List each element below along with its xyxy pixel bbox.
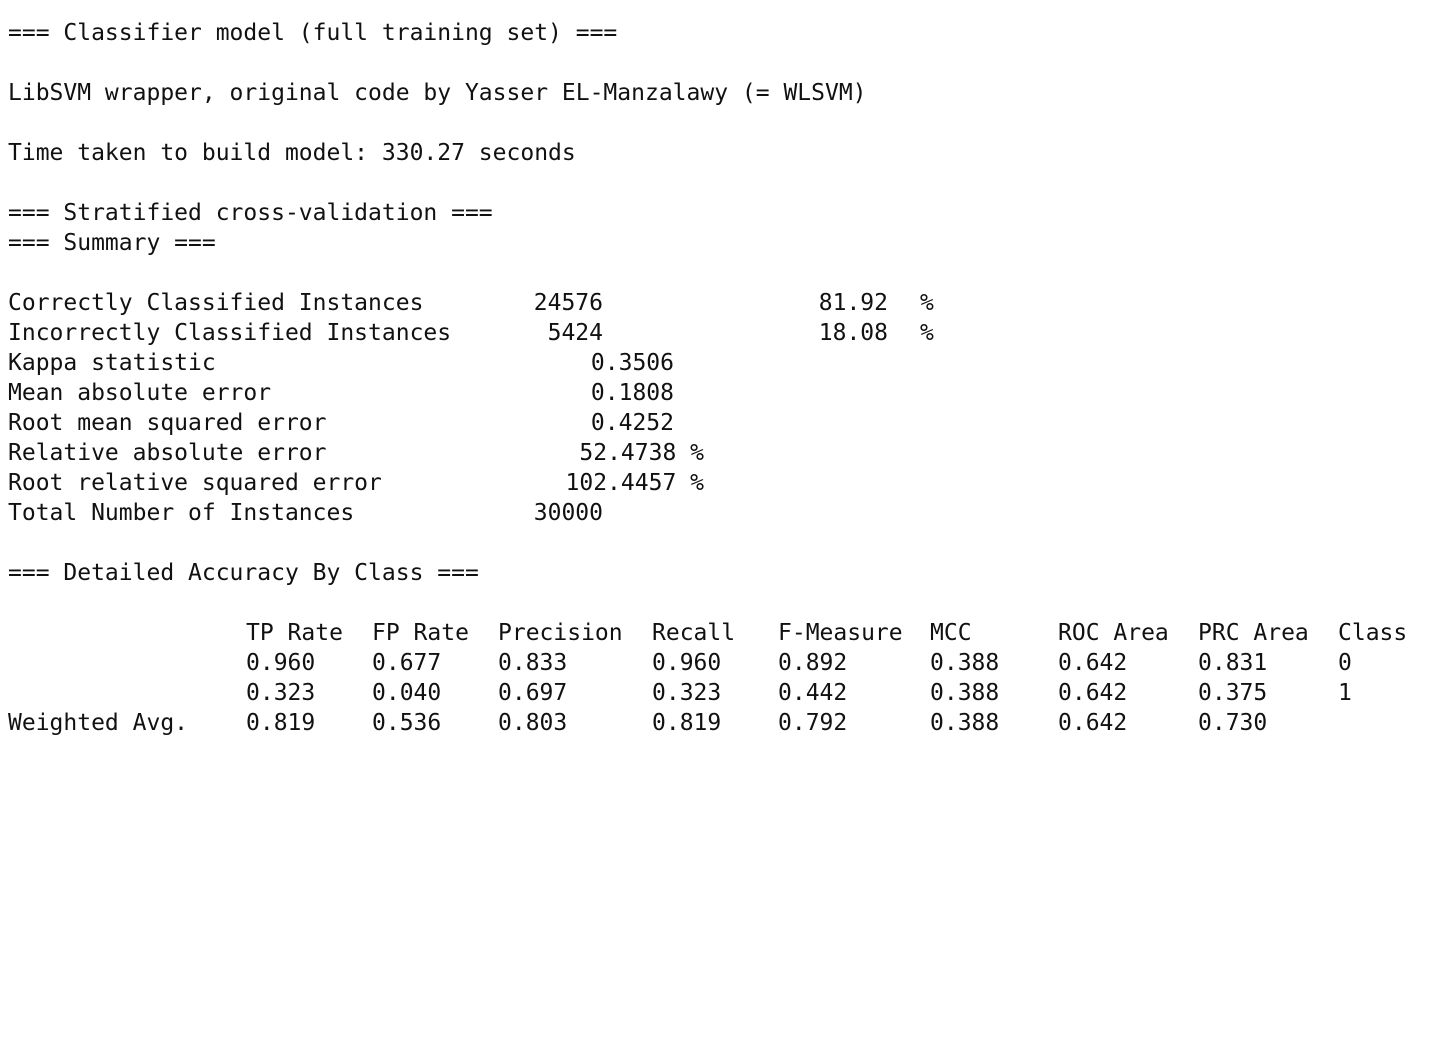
- summary-label: Root mean squared error: [8, 410, 327, 436]
- summary-row-rae: Relative absolute error 52.4738 %: [8, 438, 1444, 468]
- detailed-header-row: TP Rate FP Rate Precision Recall F-Measu…: [8, 618, 1444, 648]
- percent-sign: %: [920, 320, 934, 346]
- summary-count: 24576: [533, 290, 603, 316]
- summary-title: === Summary ===: [8, 230, 216, 256]
- summary-row-kappa: Kappa statistic 0.3506: [8, 348, 1444, 378]
- cell-mcc: 0.388: [930, 650, 1000, 676]
- cell-precision: 0.803: [498, 710, 568, 736]
- cell-recall: 0.960: [652, 650, 722, 676]
- summary-percent: 81.92: [818, 290, 888, 316]
- summary-value: 0.1808: [590, 380, 674, 406]
- summary-label: Mean absolute error: [8, 380, 272, 406]
- time-taken-line: Time taken to build model: 330.27 second…: [8, 140, 576, 166]
- table-row: 0.960 0.677 0.833 0.960 0.892 0.388 0.64…: [8, 648, 1444, 678]
- column-header-fp-rate: FP Rate: [372, 620, 469, 646]
- cv-title: === Stratified cross-validation ===: [8, 200, 493, 226]
- cell-precision: 0.697: [498, 680, 568, 706]
- column-header-f-measure: F-Measure: [778, 620, 903, 646]
- cell-prc-area: 0.375: [1198, 680, 1268, 706]
- model-title: === Classifier model (full training set)…: [8, 20, 618, 46]
- summary-row-incorrect: Incorrectly Classified Instances 5424 18…: [8, 318, 1444, 348]
- cell-tp-rate: 0.323: [246, 680, 316, 706]
- summary-label: Total Number of Instances: [8, 500, 355, 526]
- column-header-recall: Recall: [652, 620, 736, 646]
- cell-fp-rate: 0.677: [372, 650, 442, 676]
- column-header-tp-rate: TP Rate: [246, 620, 343, 646]
- cell-prc-area: 0.730: [1198, 710, 1268, 736]
- cell-recall: 0.323: [652, 680, 722, 706]
- summary-label: Kappa statistic: [8, 350, 216, 376]
- column-header-precision: Precision: [498, 620, 623, 646]
- summary-row-total: Total Number of Instances 30000: [8, 498, 1444, 528]
- cell-roc-area: 0.642: [1058, 710, 1128, 736]
- cell-roc-area: 0.642: [1058, 680, 1128, 706]
- cell-class: 0: [1338, 650, 1352, 676]
- cell-recall: 0.819: [652, 710, 722, 736]
- summary-label: Root relative squared error: [8, 470, 382, 496]
- cell-prc-area: 0.831: [1198, 650, 1268, 676]
- summary-value: 0.4252: [590, 410, 674, 436]
- classifier-output-panel: === Classifier model (full training set)…: [8, 18, 1444, 738]
- summary-percent: 18.08: [818, 320, 888, 346]
- summary-count: 5424: [547, 320, 603, 346]
- summary-value: 30000: [533, 500, 603, 526]
- column-header-class: Class: [1338, 620, 1408, 646]
- summary-value: 52.4738 %: [579, 440, 704, 466]
- summary-value: 0.3506: [590, 350, 674, 376]
- cell-mcc: 0.388: [930, 710, 1000, 736]
- summary-row-rrse: Root relative squared error 102.4457 %: [8, 468, 1444, 498]
- column-header-mcc: MCC: [930, 620, 972, 646]
- summary-label: Relative absolute error: [8, 440, 327, 466]
- cell-mcc: 0.388: [930, 680, 1000, 706]
- percent-sign: %: [920, 290, 934, 316]
- cell-tp-rate: 0.960: [246, 650, 316, 676]
- detailed-title: === Detailed Accuracy By Class ===: [8, 560, 479, 586]
- cell-class: 1: [1338, 680, 1352, 706]
- table-row: 0.323 0.040 0.697 0.323 0.442 0.388 0.64…: [8, 678, 1444, 708]
- cell-f-measure: 0.792: [778, 710, 848, 736]
- summary-value: 102.4457 %: [565, 470, 704, 496]
- wrapper-line: LibSVM wrapper, original code by Yasser …: [8, 80, 867, 106]
- summary-row-rmse: Root mean squared error 0.4252: [8, 408, 1444, 438]
- summary-label: Correctly Classified Instances: [8, 290, 424, 316]
- table-row-weighted-avg: Weighted Avg. 0.819 0.536 0.803 0.819 0.…: [8, 708, 1444, 738]
- cell-fp-rate: 0.536: [372, 710, 442, 736]
- cell-tp-rate: 0.819: [246, 710, 316, 736]
- row-label-weighted-avg: Weighted Avg.: [8, 710, 189, 736]
- cell-f-measure: 0.892: [778, 650, 848, 676]
- column-header-prc-area: PRC Area: [1198, 620, 1309, 646]
- cell-precision: 0.833: [498, 650, 568, 676]
- summary-row-mae: Mean absolute error 0.1808: [8, 378, 1444, 408]
- summary-label: Incorrectly Classified Instances: [8, 320, 452, 346]
- cell-roc-area: 0.642: [1058, 650, 1128, 676]
- cell-f-measure: 0.442: [778, 680, 848, 706]
- cell-fp-rate: 0.040: [372, 680, 442, 706]
- column-header-roc-area: ROC Area: [1058, 620, 1169, 646]
- summary-row-correct: Correctly Classified Instances 24576 81.…: [8, 288, 1444, 318]
